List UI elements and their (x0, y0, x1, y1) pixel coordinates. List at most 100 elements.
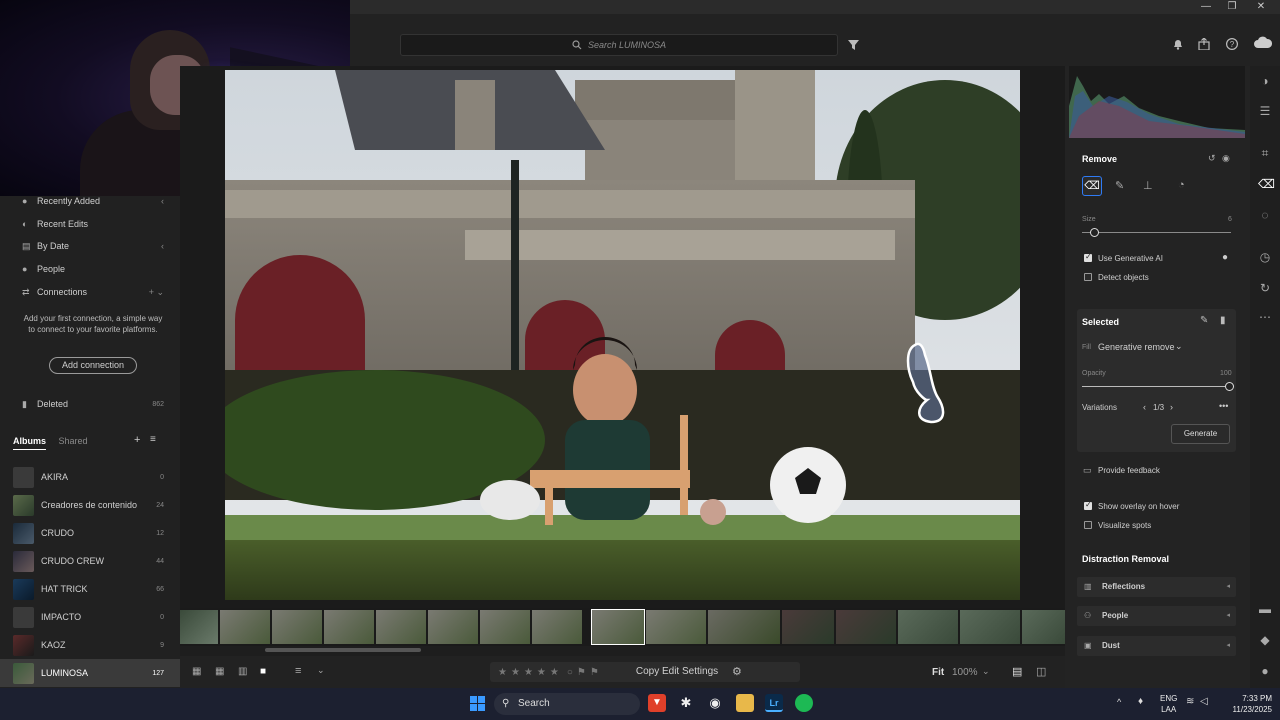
gear-icon[interactable]: ⚙ (732, 665, 742, 678)
filmstrip-thumbnail[interactable] (836, 610, 896, 644)
before-after-icon[interactable]: ▤ (1012, 665, 1022, 678)
filter-icon[interactable] (848, 40, 859, 50)
chevron-up-icon[interactable]: ^ (1117, 697, 1121, 707)
square-grid-icon[interactable]: ▦ (192, 666, 201, 677)
comment-icon[interactable]: ▬ (1258, 602, 1272, 616)
brave-browser-icon[interactable]: ▼ (648, 694, 666, 712)
reset-icon[interactable]: ↺ (1208, 153, 1216, 164)
filmstrip[interactable] (180, 608, 1065, 646)
presets-icon[interactable]: ◑ (1258, 74, 1272, 88)
more-icon[interactable]: ••• (1219, 401, 1228, 411)
album-item[interactable]: Creadores de contenido 24 (0, 491, 180, 519)
star-icon[interactable]: ★ (511, 667, 520, 678)
add-connection-button[interactable]: Add connection (49, 357, 137, 374)
filmstrip-thumbnail-selected[interactable] (591, 609, 645, 645)
filmstrip-thumbnail[interactable] (898, 610, 958, 644)
more-icon[interactable]: ⋯ (1258, 310, 1272, 324)
album-item[interactable]: IMPACTO 0 (0, 603, 180, 631)
spotify-icon[interactable] (795, 694, 813, 712)
detail-view-icon[interactable]: ▥ (238, 666, 247, 677)
add-album-icon[interactable]: + (134, 434, 140, 446)
wifi-icon[interactable]: ≋ (1186, 696, 1194, 707)
copy-edit-settings-button[interactable]: Copy Edit Settings (632, 662, 722, 682)
zoom-value[interactable]: 100% (952, 667, 978, 678)
microphone-icon[interactable]: ♦ (1138, 696, 1143, 707)
photo-canvas[interactable] (180, 66, 1065, 608)
album-item[interactable]: KAOZ 9 (0, 631, 180, 659)
crop-icon[interactable]: ⌗ (1258, 146, 1272, 161)
filmstrip-thumbnail[interactable] (272, 610, 322, 644)
filmstrip-thumbnail[interactable] (376, 610, 426, 644)
history-icon[interactable]: ◷ (1258, 250, 1272, 264)
remove-tool-icon[interactable]: ⌫ (1258, 177, 1275, 191)
chevron-down-icon[interactable]: ⌄ (982, 666, 990, 677)
pencil-icon[interactable]: ✎ (1200, 315, 1208, 326)
filmstrip-thumbnail[interactable] (532, 610, 582, 644)
album-item[interactable]: CRUDO 12 (0, 519, 180, 547)
eye-icon[interactable]: ◉ (1222, 153, 1230, 164)
tab-albums[interactable]: Albums (13, 436, 47, 450)
size-slider[interactable] (1082, 232, 1231, 233)
unflag-icon[interactable]: ○ (567, 667, 573, 678)
heal-brush-icon[interactable]: ✎ (1115, 179, 1124, 192)
filmstrip-thumbnail[interactable] (782, 610, 834, 644)
filmstrip-thumbnail[interactable] (428, 610, 478, 644)
opacity-slider-knob[interactable] (1225, 382, 1234, 391)
fit-button[interactable]: Fit (932, 667, 944, 678)
nav-recent-edits[interactable]: ◐ Recent Edits (0, 213, 180, 235)
people-item[interactable]: ⚇ People ◂ (1077, 606, 1236, 626)
main-photo[interactable] (225, 70, 1020, 600)
taskbar-search[interactable]: ⚲ Search (494, 693, 640, 715)
single-view-icon[interactable]: ■ (260, 666, 266, 677)
tag-icon[interactable]: ◆ (1258, 633, 1272, 647)
versions-icon[interactable]: ↻ (1258, 281, 1272, 295)
masking-icon[interactable]: ◌ (1258, 208, 1272, 222)
dust-item[interactable]: ▣ Dust ◂ (1077, 636, 1236, 656)
star-icon[interactable]: ★ (524, 667, 533, 678)
speaker-icon[interactable]: ◁ (1200, 696, 1208, 707)
use-gen-ai-checkbox[interactable] (1084, 252, 1092, 262)
chevron-icon[interactable]: ‹ (161, 241, 164, 251)
star-icon[interactable]: ★ (550, 667, 559, 678)
filmstrip-thumbnail[interactable] (646, 610, 706, 644)
photo-grid-icon[interactable]: ▦ (215, 666, 224, 677)
lightroom-icon[interactable]: Lr (765, 694, 783, 712)
info-icon[interactable]: ● (1222, 252, 1228, 263)
minimize-button[interactable]: — (1194, 0, 1218, 14)
trash-icon[interactable]: ▮ (1220, 315, 1226, 326)
filmstrip-thumbnail[interactable] (960, 610, 1020, 644)
sort-icon[interactable]: ≡ (150, 434, 156, 445)
album-item[interactable]: HAT TRICK 66 (0, 575, 180, 603)
language-indicator[interactable]: ENG LAA (1160, 693, 1177, 715)
filmstrip-thumbnail[interactable] (708, 610, 780, 644)
compare-icon[interactable]: ◫ (1036, 665, 1046, 678)
flag-icon[interactable]: ⚑ (577, 667, 586, 678)
album-item-selected[interactable]: LUMINOSA 127 (0, 659, 180, 687)
visualize-icon[interactable]: ◔ (1178, 179, 1185, 191)
provide-feedback-link[interactable]: Provide feedback (1098, 466, 1160, 475)
help-icon[interactable]: ? (1226, 38, 1238, 50)
visualize-spots-checkbox[interactable] (1084, 521, 1092, 529)
reflections-item[interactable]: ▥ Reflections ◂ (1077, 577, 1236, 597)
filmstrip-thumbnail[interactable] (480, 610, 530, 644)
album-item[interactable]: AKIRA 0 (0, 463, 180, 491)
chatgpt-icon[interactable]: ✱ (677, 694, 695, 712)
filmstrip-scrollbar[interactable] (265, 648, 421, 652)
chevron-left-icon[interactable]: ‹ (1143, 402, 1146, 412)
nav-by-date[interactable]: ▤ By Date ‹ (0, 235, 180, 257)
star-icon[interactable]: ★ (498, 667, 507, 678)
close-button[interactable]: ✕ (1249, 0, 1273, 14)
nav-connections[interactable]: ⇄ Connections + ⌄ (0, 281, 180, 303)
obs-icon[interactable]: ◉ (706, 694, 724, 712)
clock[interactable]: 7:33 PM 11/23/2025 (1233, 693, 1272, 715)
size-slider-knob[interactable] (1089, 228, 1099, 237)
filmstrip-thumbnail[interactable] (220, 610, 270, 644)
generate-button[interactable]: Generate (1171, 424, 1230, 444)
nav-deleted[interactable]: ▮ Deleted 862 (0, 393, 180, 415)
file-explorer-icon[interactable] (736, 694, 754, 712)
fill-dropdown[interactable]: Generative remove (1098, 342, 1175, 352)
windows-start-icon[interactable] (470, 696, 485, 711)
chevron-icon[interactable]: ‹ (161, 196, 164, 206)
filmstrip-thumbnail[interactable] (324, 610, 374, 644)
chevron-right-icon[interactable]: › (1170, 402, 1173, 412)
